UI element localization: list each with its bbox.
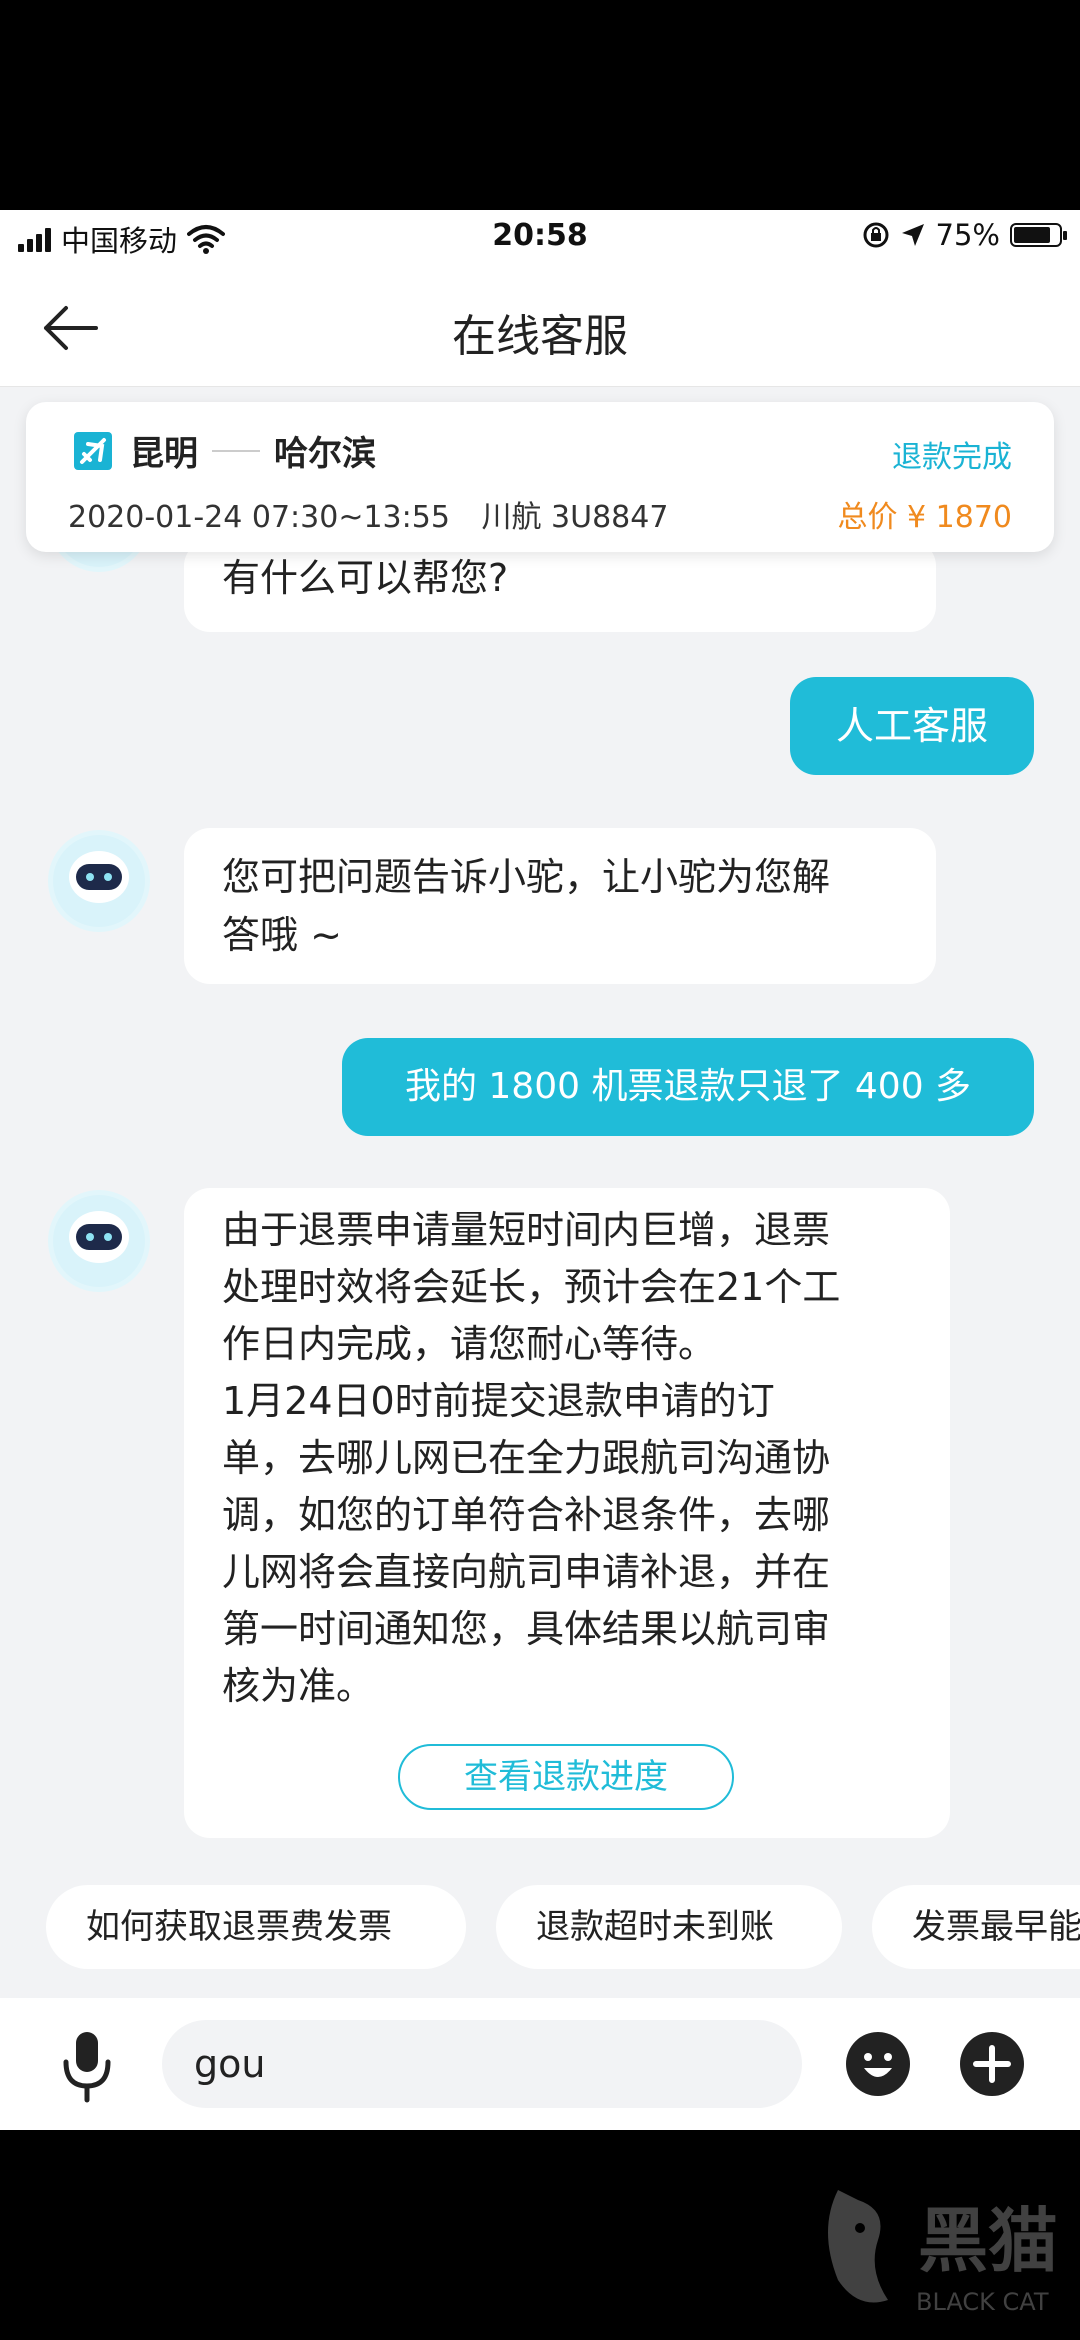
message-line: 答哦 ~ (222, 913, 342, 957)
flight-order-card[interactable]: 昆明 哈尔滨 2020-01-24 07:30~13:55 川航 3U8847 … (26, 402, 1054, 552)
total-price: 总价 ¥ 1870 (837, 500, 1012, 535)
location-icon (901, 224, 924, 246)
bot-message: 有什么可以帮您? (184, 540, 936, 632)
status-right: 75% (862, 218, 1067, 252)
route-divider (212, 449, 260, 452)
message-line: 您可把问题告诉小驼，让小驼为您解 (222, 855, 831, 899)
flight-number: 川航 3U8847 (481, 500, 669, 535)
message-line: 第一时间通知您，具体结果以航司审 (222, 1607, 831, 1651)
message-line: 儿网将会直接向航司申请补退，并在 (222, 1550, 831, 1594)
user-message: 我的 1800 机票退款只退了 400 多 (342, 1038, 1034, 1136)
quick-reply-chip[interactable]: 退款超时未到账 (496, 1885, 842, 1969)
nav-bar: 在线客服 (0, 270, 1080, 387)
message-line: 处理时效将会延长，预计会在21个工 (222, 1265, 841, 1309)
quick-reply-chip[interactable]: 发票最早能 (872, 1885, 1080, 1969)
bot-message: 您可把问题告诉小驼，让小驼为您解 答哦 ~ (184, 828, 936, 984)
refund-status-badge: 退款完成 (892, 440, 1012, 475)
message-input[interactable] (162, 2020, 802, 2108)
message-text: 有什么可以帮您? (222, 556, 509, 600)
status-bar: 中国移动 20:58 75% (0, 210, 1080, 270)
message-line: 1月24日0时前提交退款申请的订 (222, 1379, 775, 1423)
message-line: 作日内完成，请您耐心等待。 (222, 1322, 717, 1366)
message-line: 核为准。 (222, 1664, 375, 1708)
message-line: 由于退票申请量短时间内巨增，退票 (222, 1208, 831, 1252)
departure-city: 昆明 (130, 434, 198, 474)
message-text: 人工客服 (835, 704, 988, 748)
quick-reply-chip[interactable]: 如何获取退票费发票 (46, 1885, 466, 1969)
black-cat-watermark-logo: 黑猫 BLACK CAT (828, 2190, 1058, 2316)
battery-icon (1010, 223, 1067, 247)
bot-avatar (48, 1190, 150, 1292)
bot-message: 由于退票申请量短时间内巨增，退票 处理时效将会延长，预计会在21个工 作日内完成… (184, 1188, 950, 1838)
route: 昆明 哈尔滨 (130, 426, 376, 475)
trip-info: 2020-01-24 07:30~13:55 川航 3U8847 (68, 492, 690, 536)
chat-screen: 中国移动 20:58 75% 在线客服 昆明 哈尔滨 2020-01-24 07… (0, 210, 1080, 2130)
plus-icon[interactable] (958, 2030, 1026, 2098)
input-bar (0, 1998, 1080, 2130)
page-title: 在线客服 (452, 311, 628, 362)
message-line: 调，如您的订单符合补退条件，去哪 (222, 1493, 831, 1537)
view-refund-progress-button[interactable]: 查看退款进度 (398, 1744, 734, 1810)
emoji-icon[interactable] (844, 2030, 912, 2098)
battery-percent: 75% (935, 218, 1000, 252)
bot-avatar (48, 830, 150, 932)
arrival-city: 哈尔滨 (274, 434, 376, 474)
flight-datetime: 2020-01-24 07:30~13:55 (68, 500, 450, 535)
message-line: 单，去哪儿网已在全力跟航司沟通协 (222, 1436, 831, 1480)
watermark-subtext: BLACK CAT (916, 2288, 1049, 2316)
plane-icon (74, 432, 112, 470)
watermark-text: 黑猫 (918, 2200, 1058, 2282)
message-text: 我的 1800 机票退款只退了 400 多 (404, 1066, 972, 1107)
user-message: 人工客服 (790, 677, 1034, 775)
microphone-icon[interactable] (52, 2028, 122, 2104)
orientation-lock-icon (863, 222, 889, 248)
